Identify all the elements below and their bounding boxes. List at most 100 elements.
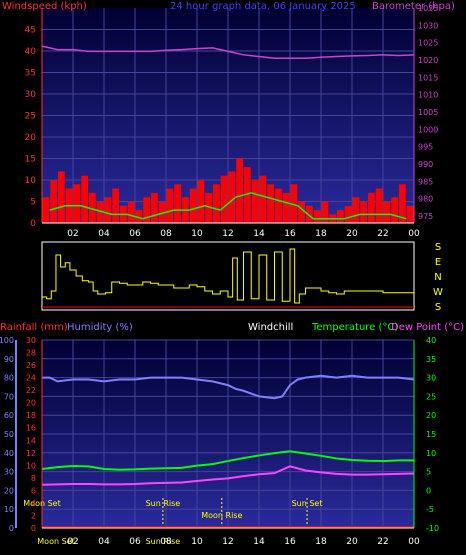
windspeed-axis-label: Windspeed (kph) — [2, 1, 87, 12]
wind-x-tick-label: 12 — [222, 229, 233, 239]
rainfall-tick-label: 30 — [26, 336, 36, 345]
windspeed-bar — [151, 192, 158, 223]
temperature-x-tick-label: 08 — [160, 537, 172, 547]
humidity-tick-label: 20 — [4, 486, 14, 495]
windspeed-bar — [220, 175, 228, 223]
rainfall-tick-label: 14 — [26, 436, 36, 445]
windspeed-bar — [189, 188, 197, 223]
wind-tick-label: 10 — [25, 176, 37, 186]
windspeed-bar — [143, 197, 150, 223]
humidity-tick-label: 70 — [4, 392, 14, 401]
temperature-x-tick-label: 12 — [222, 537, 233, 547]
rainfall-tick-label: 4 — [31, 499, 36, 508]
barometer-tick-label: 1010 — [418, 91, 438, 100]
windspeed-bar — [352, 197, 360, 223]
windspeed-bar — [58, 171, 65, 223]
temperature-x-tick-label: 04 — [98, 537, 110, 547]
wind-x-tick-label: 06 — [129, 229, 141, 239]
direction-tick-label: N — [434, 272, 441, 283]
direction-tick-label: S — [435, 302, 441, 313]
temperature-tick-label: 10 — [426, 449, 436, 458]
barometer-tick-label: 995 — [418, 143, 433, 152]
wind-tick-label: 30 — [25, 90, 37, 100]
temperature-tick-label: 5 — [426, 468, 431, 477]
temperature-x-tick-label: 18 — [315, 537, 327, 547]
windspeed-bar — [391, 197, 398, 223]
wind-barometer-chart: 0510152025303540459759809859909951000100… — [2, 1, 455, 239]
windspeed-bar — [321, 201, 329, 223]
rainfall-tick-label: 0 — [31, 524, 36, 533]
wind-x-tick-label: 18 — [315, 229, 327, 239]
wind-tick-label: 0 — [30, 219, 36, 229]
windspeed-bar — [337, 210, 344, 223]
temperature-x-tick-label: 20 — [346, 537, 358, 547]
temperature-tick-label: 20 — [426, 411, 436, 420]
rainfall-tick-label: 26 — [26, 361, 36, 370]
wind-tick-label: 20 — [25, 133, 37, 143]
weather-graph: 0 5 10 15 20 25 30 35 40 45 975 980 985 990 995 1000 100… — [0, 0, 466, 555]
barometer-tick-label: 1020 — [418, 56, 438, 65]
title-prefix: 24 hour graph data — [170, 1, 267, 12]
windspeed-bar — [50, 180, 57, 223]
wind-tick-label: 35 — [25, 69, 36, 79]
direction-tick-label: W — [433, 287, 443, 298]
barometer-tick-label: 990 — [418, 160, 433, 169]
humidity-tick-label: 0 — [9, 524, 14, 533]
windspeed-bar — [298, 201, 305, 223]
rainfall-tick-label: 16 — [26, 424, 36, 433]
temperature-tick-label: 15 — [426, 430, 436, 439]
windspeed-bar — [213, 184, 220, 223]
wind-x-tick-label: 02 — [67, 229, 78, 239]
barometer-tick-label: 1000 — [418, 125, 438, 134]
barometer-tick-label: 1015 — [418, 73, 438, 82]
temperature-tick-label: 30 — [426, 374, 436, 383]
windspeed-bar — [42, 197, 50, 223]
wind-x-tick-label: 00 — [408, 229, 420, 239]
windspeed-bar — [282, 192, 290, 223]
wind-x-tick-label: 08 — [160, 229, 172, 239]
direction-plot-area — [41, 241, 415, 311]
astro-label: Moon Rise — [201, 511, 242, 520]
temperature-tick-label: 35 — [426, 355, 436, 364]
weather-graph-canvas: 0510152025303540459759809859909951000100… — [0, 1, 464, 547]
rainfall-tick-label: 28 — [26, 349, 36, 358]
wind-tick-label: 45 — [25, 26, 36, 36]
windspeed-bar — [267, 184, 274, 223]
rainfall-tick-label: 12 — [26, 449, 36, 458]
temperature-tick-label: -5 — [426, 505, 434, 514]
wind-tick-label: 40 — [25, 47, 37, 57]
wind-x-tick-label: 22 — [377, 229, 388, 239]
barometer-tick-label: 1030 — [418, 21, 438, 30]
rainfall-axis-label: Rainfall (mm) — [0, 322, 68, 333]
wind-x-tick-label: 04 — [98, 229, 110, 239]
astro-label: Sun Set — [292, 499, 323, 508]
windspeed-bar — [127, 201, 135, 223]
wind-x-tick-label: 16 — [284, 229, 296, 239]
wind-direction-chart: SENWS — [41, 241, 443, 313]
direction-tick-label: E — [435, 257, 441, 268]
barometer-tick-label: 985 — [418, 177, 433, 186]
wind-x-tick-label: 14 — [253, 229, 265, 239]
humidity-tick-label: 10 — [4, 505, 14, 514]
windspeed-bar — [375, 188, 383, 223]
windspeed-bar — [368, 192, 375, 223]
windspeed-bar — [104, 197, 112, 223]
rainfall-tick-label: 20 — [26, 399, 36, 408]
humidity-tick-label: 80 — [4, 374, 14, 383]
astro-label: Sun Rise — [146, 499, 181, 508]
direction-axis: SENWS — [433, 242, 443, 313]
temperature-x-tick-label: 14 — [253, 537, 265, 547]
temperature-tick-label: 0 — [426, 486, 431, 495]
wind-tick-label: 15 — [25, 155, 36, 165]
rainfall-tick-label: 10 — [26, 461, 36, 470]
barometer-tick-label: 1005 — [418, 108, 438, 117]
humidity-tick-label: 30 — [4, 468, 14, 477]
windspeed-bar — [383, 201, 391, 223]
rainfall-tick-label: 6 — [31, 486, 36, 495]
windspeed-bar — [406, 205, 414, 223]
windchill-label: Windchill — [248, 322, 293, 333]
barometer-tick-label: 1025 — [418, 39, 438, 48]
windspeed-bar — [313, 210, 321, 223]
windspeed-bar — [197, 180, 205, 223]
temperature-x-tick-label: 00 — [408, 537, 420, 547]
